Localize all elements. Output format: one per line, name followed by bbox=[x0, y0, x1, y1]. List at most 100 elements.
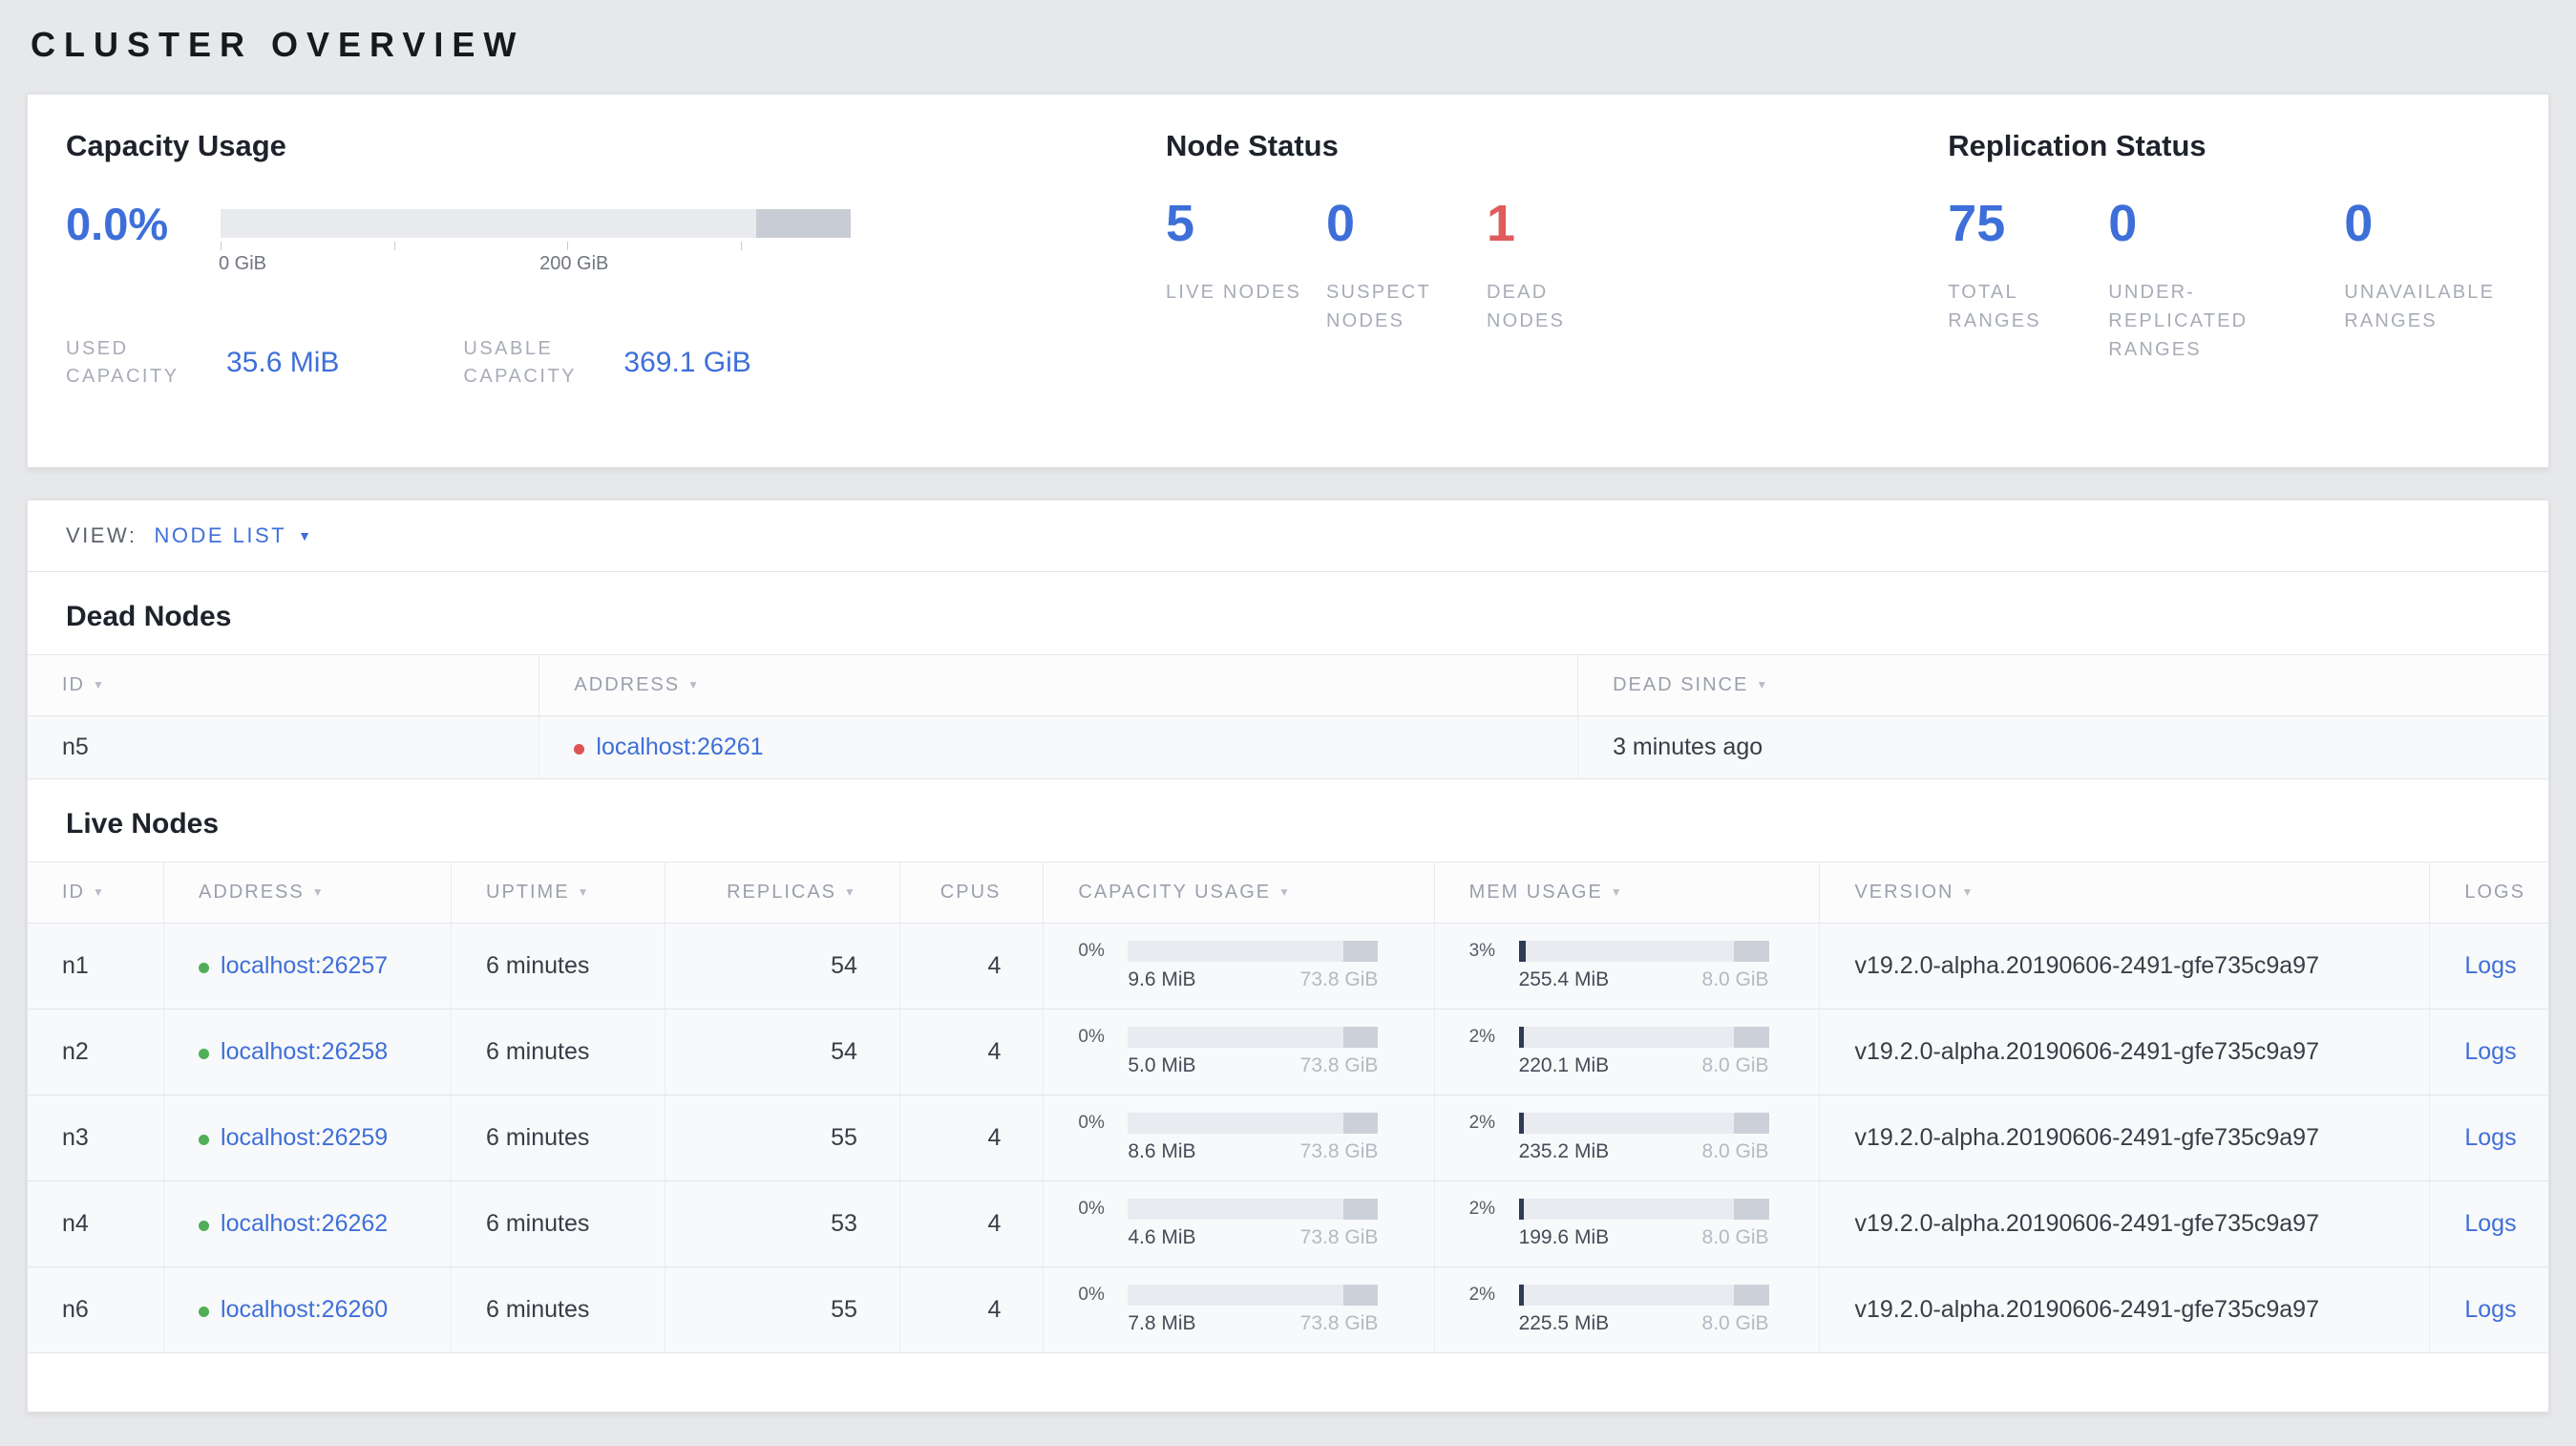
capacity-bar-cap bbox=[1342, 1199, 1379, 1220]
axis-label-0: 0 GiB bbox=[219, 253, 267, 274]
cpus-cell: 4 bbox=[899, 1180, 1045, 1267]
mem-used-fill bbox=[1518, 1285, 1524, 1306]
live-nodes-title: Live Nodes bbox=[66, 808, 220, 840]
logs-link[interactable]: Logs bbox=[2464, 952, 2516, 979]
node-address-link[interactable]: localhost:26262 bbox=[221, 1210, 388, 1237]
sort-desc-icon: ▼ bbox=[1961, 885, 1975, 899]
mem-percent-label: 2% bbox=[1468, 1285, 1496, 1305]
capacity-usage-title: Capacity Usage bbox=[66, 129, 286, 162]
live-col-logs: LOGS bbox=[2429, 861, 2548, 924]
replication-status-section: Replication Status 75 TOTAL RANGES 0 UND… bbox=[1948, 129, 2510, 429]
logs-link[interactable]: Logs bbox=[2464, 1124, 2516, 1151]
node-address-cell: localhost:26259 bbox=[163, 1095, 452, 1181]
capacity-usage-cell: 0% 8.6 MiB 73.8 GiB bbox=[1043, 1095, 1435, 1181]
mem-mini-bar bbox=[1518, 941, 1769, 962]
node-status-title: Node Status bbox=[1166, 129, 1339, 162]
dead-nodes-table: ID ▼ ADDRESS ▼ DEAD SINCE ▼ n5 localhost:26… bbox=[28, 654, 2548, 779]
live-col-id[interactable]: ID ▼ bbox=[28, 861, 165, 924]
capacity-used-value: 8.6 MiB bbox=[1128, 1140, 1196, 1162]
axis-label-200: 200 GiB bbox=[539, 253, 609, 274]
dead-col-dead-since[interactable]: DEAD SINCE ▼ bbox=[1577, 654, 2548, 716]
version-cell: v19.2.0-alpha.20190606-2491-gfe735c9a97 bbox=[1819, 1095, 2431, 1181]
capacity-mini-bar bbox=[1128, 941, 1379, 962]
table-row: n3 localhost:26259 6 minutes 55 4 0% 8.6… bbox=[28, 1095, 2548, 1181]
capacity-total-value: 73.8 GiB bbox=[1299, 1054, 1379, 1076]
node-id-cell: n4 bbox=[28, 1180, 165, 1267]
mem-mini-bar bbox=[1518, 1285, 1769, 1306]
table-row: n1 localhost:26257 6 minutes 54 4 0% 9.6… bbox=[28, 923, 2548, 1010]
mem-used-value: 220.1 MiB bbox=[1518, 1054, 1610, 1076]
uptime-cell: 6 minutes bbox=[451, 1009, 666, 1095]
replicas-cell: 53 bbox=[665, 1180, 900, 1267]
live-nodes-count: 5 bbox=[1166, 195, 1195, 252]
logs-link[interactable]: Logs bbox=[2464, 1296, 2516, 1323]
capacity-mini-bar bbox=[1128, 1199, 1379, 1220]
node-address-link[interactable]: localhost:26257 bbox=[221, 952, 388, 979]
total-ranges-stat: 75 TOTAL RANGES bbox=[1948, 198, 2108, 364]
node-id-cell: n2 bbox=[28, 1009, 165, 1095]
cluster-summary-card: Capacity Usage 0.0% 0 GiB 200 GiB USED C… bbox=[27, 94, 2549, 468]
sort-desc-icon: ▼ bbox=[1278, 885, 1293, 899]
mem-usage-cell: 2% 199.6 MiB 8.0 GiB bbox=[1434, 1180, 1821, 1267]
node-list-card: VIEW: NODE LIST ▼ Dead Nodes ID ▼ ADDRESS… bbox=[27, 500, 2549, 1413]
uptime-cell: 6 minutes bbox=[451, 1095, 666, 1181]
table-row: n5 localhost:26261 3 minutes ago bbox=[28, 715, 2548, 779]
node-address-link[interactable]: localhost:26258 bbox=[221, 1038, 388, 1065]
sort-desc-icon: ▼ bbox=[1610, 885, 1624, 899]
live-col-version[interactable]: VERSION ▼ bbox=[1819, 861, 2431, 924]
mem-used-fill bbox=[1518, 1199, 1524, 1220]
live-status-icon bbox=[199, 1049, 210, 1059]
capacity-percent-label: 0% bbox=[1078, 1027, 1105, 1047]
axis-tick bbox=[567, 242, 568, 250]
capacity-total-value: 73.8 GiB bbox=[1299, 1226, 1379, 1248]
live-col-address[interactable]: ADDRESS ▼ bbox=[163, 861, 452, 924]
live-col-uptime[interactable]: UPTIME ▼ bbox=[451, 861, 666, 924]
node-address-cell: localhost:26262 bbox=[163, 1180, 452, 1267]
mem-used-value: 235.2 MiB bbox=[1518, 1140, 1610, 1162]
table-row: n6 localhost:26260 6 minutes 55 4 0% 7.8… bbox=[28, 1266, 2548, 1353]
mem-total-value: 8.0 GiB bbox=[1701, 1054, 1769, 1076]
mem-bar-cap bbox=[1733, 941, 1769, 962]
version-cell: v19.2.0-alpha.20190606-2491-gfe735c9a97 bbox=[1819, 923, 2431, 1010]
dead-status-icon bbox=[574, 744, 585, 755]
dead-nodes-label: DEAD NODES bbox=[1487, 282, 1566, 331]
cpus-cell: 4 bbox=[899, 923, 1045, 1010]
used-capacity-stat: USED CAPACITY 35.6 MiB bbox=[66, 335, 339, 391]
sort-desc-icon: ▼ bbox=[93, 885, 106, 899]
usable-capacity-stat: USABLE CAPACITY 369.1 GiB bbox=[463, 335, 750, 391]
live-col-replicas[interactable]: REPLICAS ▼ bbox=[665, 861, 900, 924]
mem-percent-label: 2% bbox=[1468, 1113, 1496, 1133]
dead-col-address[interactable]: ADDRESS ▼ bbox=[538, 654, 1579, 716]
node-address-link[interactable]: localhost:26261 bbox=[596, 734, 763, 760]
replicas-cell: 55 bbox=[665, 1266, 900, 1353]
mem-percent-label: 3% bbox=[1468, 941, 1496, 961]
node-address-link[interactable]: localhost:26259 bbox=[221, 1124, 388, 1151]
under-replicated-ranges-label: UNDER-REPLICATED RANGES bbox=[2108, 282, 2249, 360]
live-status-icon bbox=[199, 1135, 210, 1145]
mem-used-fill bbox=[1518, 1027, 1524, 1048]
node-address-link[interactable]: localhost:26260 bbox=[221, 1296, 388, 1323]
sort-desc-icon: ▼ bbox=[844, 885, 857, 899]
dead-since-cell: 3 minutes ago bbox=[1577, 715, 2548, 779]
logs-link[interactable]: Logs bbox=[2464, 1038, 2516, 1065]
suspect-nodes-label: SUSPECT NODES bbox=[1326, 282, 1431, 331]
mem-used-value: 255.4 MiB bbox=[1518, 968, 1610, 990]
mem-usage-cell: 2% 220.1 MiB 8.0 GiB bbox=[1434, 1009, 1821, 1095]
dead-col-id[interactable]: ID ▼ bbox=[28, 654, 540, 716]
chevron-down-icon: ▼ bbox=[298, 528, 314, 543]
logs-link[interactable]: Logs bbox=[2464, 1210, 2516, 1237]
page-title: CLUSTER OVERVIEW bbox=[31, 25, 525, 64]
live-col-capacity-usage[interactable]: CAPACITY USAGE ▼ bbox=[1043, 861, 1435, 924]
total-ranges-count: 75 bbox=[1948, 195, 2006, 252]
table-row: n2 localhost:26258 6 minutes 54 4 0% 5.0… bbox=[28, 1009, 2548, 1095]
live-col-mem-usage[interactable]: MEM USAGE ▼ bbox=[1434, 861, 1821, 924]
axis-tick bbox=[393, 242, 395, 250]
mem-bar-cap bbox=[1733, 1113, 1769, 1134]
capacity-bar-cap bbox=[1342, 1027, 1379, 1048]
live-col-cpus[interactable]: CPUS bbox=[899, 861, 1045, 924]
view-selector[interactable]: NODE LIST ▼ bbox=[154, 523, 313, 548]
capacity-mini-bar bbox=[1128, 1113, 1379, 1134]
capacity-used-value: 5.0 MiB bbox=[1128, 1054, 1196, 1076]
uptime-cell: 6 minutes bbox=[451, 923, 666, 1010]
logs-cell: Logs bbox=[2429, 1095, 2548, 1181]
